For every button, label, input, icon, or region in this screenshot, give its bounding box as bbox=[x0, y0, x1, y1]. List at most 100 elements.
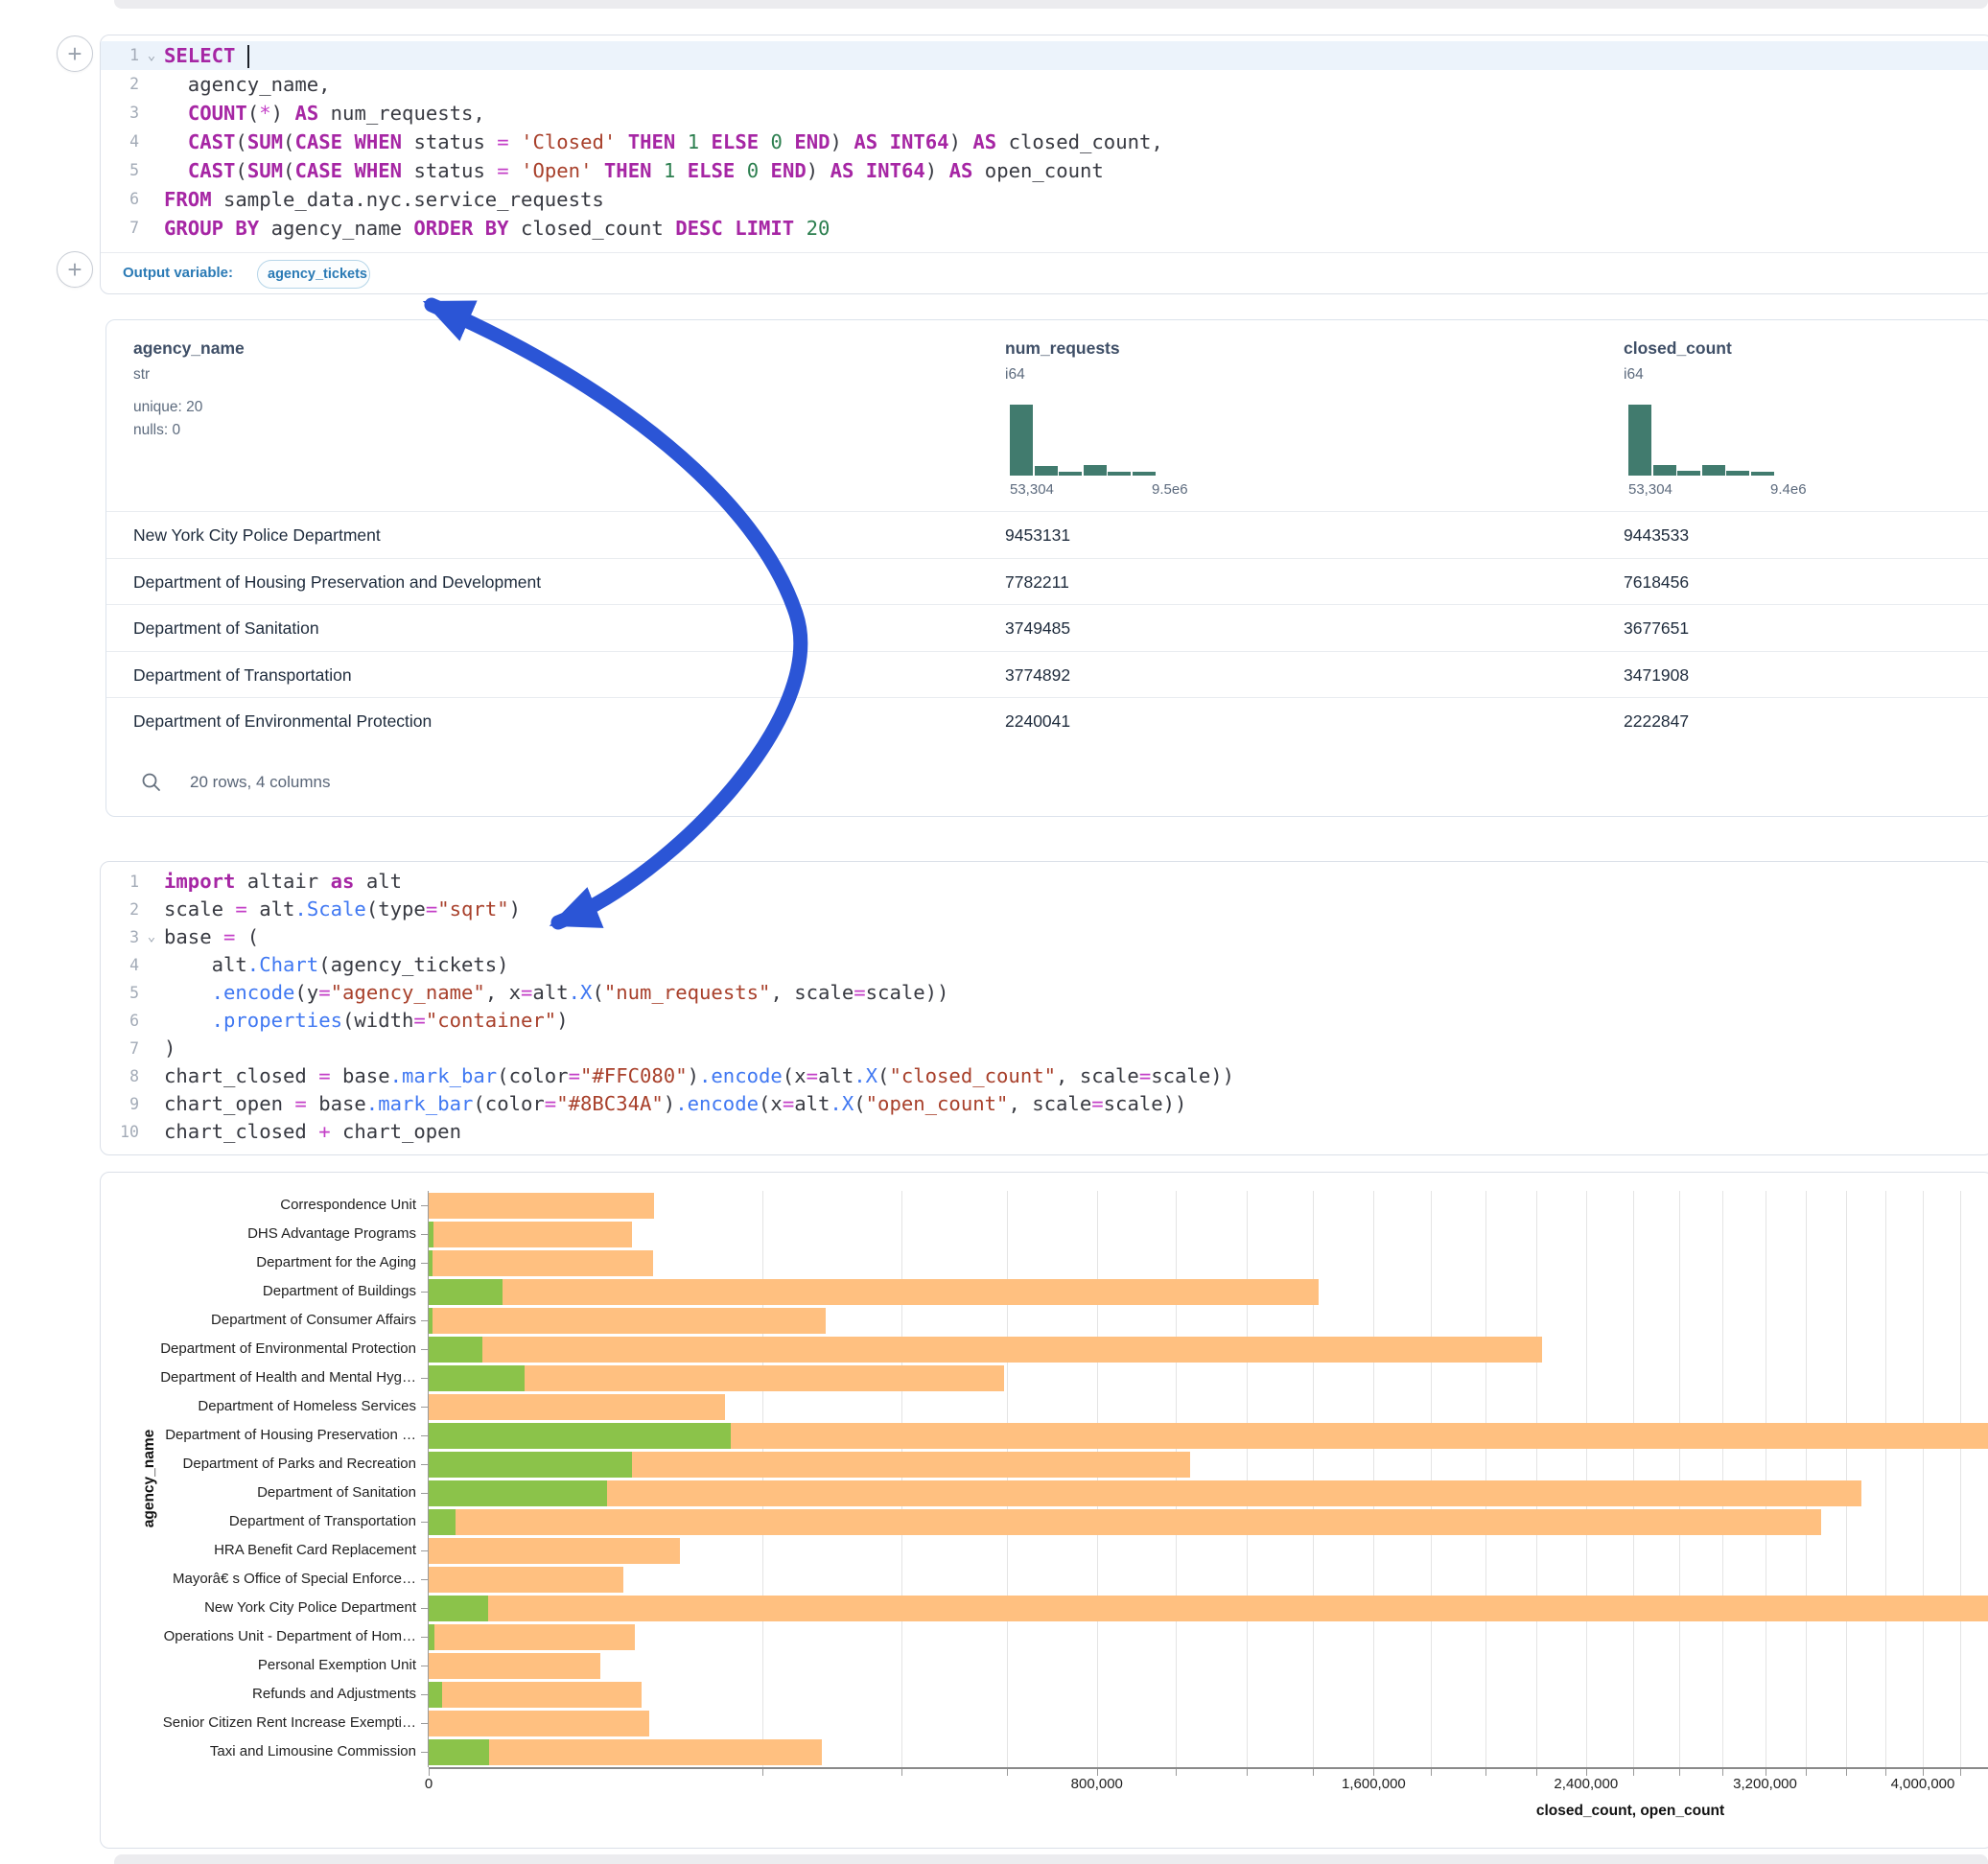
code-token: = bbox=[223, 925, 235, 948]
code-token: "#FFC080" bbox=[580, 1064, 688, 1087]
line-number: 3 bbox=[101, 923, 139, 951]
add-cell-button[interactable]: + bbox=[57, 35, 93, 72]
code-token: INT64 bbox=[866, 159, 925, 182]
code-text: FROM sample_data.nyc.service_requests bbox=[164, 185, 604, 214]
code-line[interactable]: 1import altair as alt bbox=[101, 868, 1988, 896]
code-token: AS bbox=[854, 130, 877, 153]
code-token: alt bbox=[354, 870, 402, 893]
code-token: = bbox=[545, 1092, 556, 1115]
code-line[interactable]: 1⌄SELECT bbox=[101, 41, 1988, 70]
code-line[interactable]: 5 CAST(SUM(CASE WHEN status = 'Open' THE… bbox=[101, 156, 1988, 185]
code-token: ( bbox=[247, 102, 259, 125]
code-line[interactable]: 5 .encode(y="agency_name", x=alt.X("num_… bbox=[101, 979, 1988, 1007]
code-token: import bbox=[164, 870, 235, 893]
cell-num-requests: 2240041 bbox=[1005, 698, 1070, 745]
code-token: LIMIT bbox=[735, 217, 794, 240]
code-token: + bbox=[318, 1120, 330, 1143]
code-token: , scale bbox=[1056, 1064, 1139, 1087]
code-token: = bbox=[521, 981, 532, 1004]
column-header[interactable]: closed_count bbox=[1624, 338, 1732, 359]
line-number: 8 bbox=[101, 1062, 139, 1090]
code-token: (x bbox=[783, 1064, 807, 1087]
hist-min-label: 53,304 bbox=[1628, 481, 1672, 498]
code-token: altair bbox=[235, 870, 330, 893]
code-token bbox=[783, 130, 794, 153]
code-token: .encode bbox=[699, 1064, 783, 1087]
code-token bbox=[675, 159, 687, 182]
cell-num-requests: 9453131 bbox=[1005, 512, 1070, 559]
code-token bbox=[164, 981, 212, 1004]
code-token: INT64 bbox=[890, 130, 949, 153]
code-text: base = ( bbox=[164, 923, 259, 951]
code-token: ( bbox=[854, 1092, 865, 1115]
code-token: = bbox=[318, 981, 330, 1004]
cell-agency-name: New York City Police Department bbox=[133, 512, 381, 559]
code-token: .encode bbox=[675, 1092, 759, 1115]
hist-max-label: 9.4e6 bbox=[1770, 481, 1807, 498]
code-line[interactable]: 2scale = alt.Scale(type="sqrt") bbox=[101, 896, 1988, 923]
cell-closed-count: 3677651 bbox=[1624, 605, 1689, 652]
code-token: 1 bbox=[688, 130, 699, 153]
code-line[interactable]: 4 alt.Chart(agency_tickets) bbox=[101, 951, 1988, 979]
code-line[interactable]: 4 CAST(SUM(CASE WHEN status = 'Closed' T… bbox=[101, 128, 1988, 156]
code-line[interactable]: 3 COUNT(*) AS num_requests, bbox=[101, 99, 1988, 128]
cell-closed-count: 9443533 bbox=[1624, 512, 1689, 559]
code-token: ) bbox=[509, 897, 521, 920]
code-line[interactable]: 9chart_open = base.mark_bar(color="#8BC3… bbox=[101, 1090, 1988, 1118]
column-header[interactable]: agency_name bbox=[133, 338, 245, 359]
dataframe-preview: agency_namestrunique: 20nulls: 0num_requ… bbox=[105, 319, 1988, 817]
code-token: ) bbox=[925, 159, 949, 182]
code-token: scale)) bbox=[1151, 1064, 1234, 1087]
code-token bbox=[164, 102, 188, 125]
code-line[interactable]: 10chart_closed + chart_open bbox=[101, 1118, 1988, 1146]
code-token: = bbox=[235, 897, 246, 920]
table-row: New York City Police Department 9453131 94… bbox=[106, 511, 1988, 559]
code-line[interactable]: 6 .properties(width="container") bbox=[101, 1007, 1988, 1035]
code-token: as bbox=[331, 870, 355, 893]
python-code-editor[interactable]: 1import altair as alt2scale = alt.Scale(… bbox=[101, 868, 1988, 1146]
code-token: = bbox=[294, 1092, 306, 1115]
code-line[interactable]: 8chart_closed = base.mark_bar(color="#FF… bbox=[101, 1062, 1988, 1090]
code-token: (x bbox=[759, 1092, 783, 1115]
histogram-bar bbox=[1084, 465, 1107, 476]
code-line[interactable]: 7GROUP BY agency_name ORDER BY closed_co… bbox=[101, 214, 1988, 243]
table-header: agency_namestrunique: 20nulls: 0num_requ… bbox=[106, 320, 1988, 512]
code-token bbox=[723, 217, 735, 240]
cell-num-requests: 7782211 bbox=[1005, 559, 1069, 606]
code-token bbox=[164, 159, 188, 182]
code-token: num_requests, bbox=[318, 102, 485, 125]
add-cell-button[interactable]: + bbox=[57, 251, 93, 288]
code-line[interactable]: 7) bbox=[101, 1035, 1988, 1062]
code-token: = bbox=[318, 1064, 330, 1087]
code-token: closed_count bbox=[509, 217, 676, 240]
code-token: CASE bbox=[294, 159, 342, 182]
code-line[interactable]: 3⌄base = ( bbox=[101, 923, 1988, 951]
code-line[interactable]: 2 agency_name, bbox=[101, 70, 1988, 99]
code-line[interactable]: 6FROM sample_data.nyc.service_requests bbox=[101, 185, 1988, 214]
search-icon[interactable] bbox=[141, 772, 162, 793]
code-token: "open_count" bbox=[866, 1092, 1009, 1115]
column-stat: nulls: 0 bbox=[133, 422, 180, 439]
collapse-chevron-icon[interactable]: ⌄ bbox=[139, 923, 164, 951]
code-token: = bbox=[783, 1092, 794, 1115]
code-token: ) bbox=[556, 1009, 568, 1032]
line-number: 4 bbox=[101, 128, 139, 156]
output-variable-bar: Output variable: agency_tickets bbox=[101, 252, 1988, 296]
line-number: 1 bbox=[101, 41, 139, 70]
python-cell: 1import altair as alt2scale = alt.Scale(… bbox=[100, 861, 1988, 1155]
code-token bbox=[759, 130, 770, 153]
cell-agency-name: Department of Sanitation bbox=[133, 605, 319, 652]
collapse-chevron-icon[interactable]: ⌄ bbox=[139, 41, 164, 70]
sql-code-editor[interactable]: 1⌄SELECT 2 agency_name,3 COUNT(*) AS num… bbox=[101, 41, 1988, 243]
code-text: agency_name, bbox=[164, 70, 331, 99]
line-number: 7 bbox=[101, 214, 139, 243]
line-number: 10 bbox=[101, 1118, 139, 1146]
code-token: WHEN bbox=[354, 130, 402, 153]
hist-min-label: 53,304 bbox=[1010, 481, 1054, 498]
output-variable-pill[interactable]: agency_tickets bbox=[257, 260, 370, 289]
column-header[interactable]: num_requests bbox=[1005, 338, 1120, 359]
code-token: CAST bbox=[188, 159, 236, 182]
code-token: ) bbox=[271, 102, 295, 125]
code-token: chart_open bbox=[164, 1092, 294, 1115]
histogram-bar bbox=[1751, 472, 1774, 477]
